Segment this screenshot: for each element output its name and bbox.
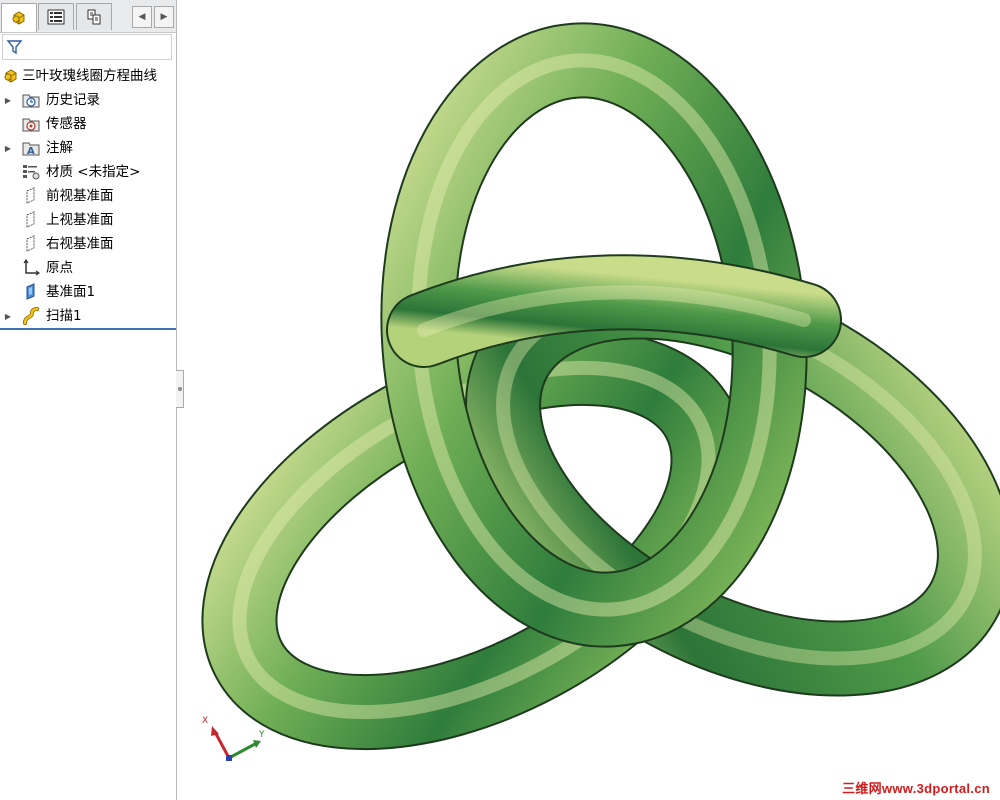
expand-arrow-icon[interactable]: ▶ [4, 88, 12, 112]
filter-icon [6, 40, 23, 55]
panel-splitter-handle[interactable] [176, 370, 184, 408]
tree-item-label: 历史记录 [46, 92, 100, 108]
tree-item-history[interactable]: ▶ 历史记录 [0, 88, 176, 112]
plane-icon [26, 235, 35, 252]
rollback-bar[interactable] [0, 328, 176, 330]
tab-scroll-left-button[interactable]: ◀ [132, 6, 152, 28]
tree-root-label: 三叶玫瑰线圈方程曲线 [22, 68, 157, 84]
watermark: 三维网www.3dportal.cn [842, 781, 990, 796]
tab-scroll-right-button[interactable]: ▶ [154, 6, 174, 28]
tree-item-origin[interactable]: 原点 [0, 256, 176, 280]
expand-arrow-icon[interactable]: ▶ [4, 136, 12, 160]
tree-item-label: 传感器 [46, 116, 87, 132]
propertymanager-icon [47, 9, 65, 25]
material-icon [23, 165, 40, 180]
tree-item-label: 原点 [46, 260, 73, 276]
reference-plane-icon [26, 283, 35, 300]
svg-text:A: A [27, 146, 35, 157]
coordinate-triad: X Y [202, 716, 265, 761]
tree-item-label: 基准面1 [46, 284, 96, 300]
part-icon [4, 69, 17, 83]
sensor-folder-icon [22, 118, 40, 132]
history-folder-icon [22, 94, 40, 108]
tab-propertymanager[interactable] [38, 3, 74, 30]
trefoil-knot-model[interactable] [184, 0, 1000, 800]
configurationmanager-icon [87, 9, 101, 25]
tree-item-sensors[interactable]: 传感器 [0, 112, 176, 136]
left-arrow-icon: ◀ [138, 12, 146, 22]
panel-tab-bar: ◀ ▶ [0, 0, 176, 33]
feature-manager-panel: ◀ ▶ 三叶玫瑰线圈方程曲线 ▶ 历史记录 传感器 ▶ A 注解 材质 <未指定… [0, 0, 177, 800]
sweep-icon [23, 307, 39, 325]
expand-arrow-icon[interactable]: ▶ [4, 304, 12, 328]
plane-icon [26, 187, 35, 204]
tree-item-top-plane[interactable]: 上视基准面 [0, 208, 176, 232]
tree-item-sweep1[interactable]: ▶ 扫描1 [0, 304, 176, 328]
triad-x-label: X [202, 716, 208, 726]
tree-item-label: 材质 <未指定> [46, 164, 141, 180]
tree-item-plane1[interactable]: 基准面1 [0, 280, 176, 304]
origin-icon [23, 259, 40, 276]
tree-item-material[interactable]: 材质 <未指定> [0, 160, 176, 184]
tree-filter[interactable] [2, 34, 172, 60]
tree-item-label: 扫描1 [46, 308, 82, 324]
tree-item-annotations[interactable]: ▶ A 注解 [0, 136, 176, 160]
tree-item-right-plane[interactable]: 右视基准面 [0, 232, 176, 256]
right-arrow-icon: ▶ [160, 12, 168, 22]
annotations-icon: A [22, 142, 40, 157]
tab-configurationmanager[interactable] [76, 3, 112, 30]
tab-featuremanager[interactable] [1, 3, 37, 32]
triad-y-label: Y [258, 730, 265, 740]
featuremanager-icon [12, 11, 25, 25]
plane-icon [26, 211, 35, 228]
tree-root-part[interactable]: 三叶玫瑰线圈方程曲线 [0, 64, 176, 88]
tree-item-label: 注解 [46, 140, 73, 156]
tree-item-label: 前视基准面 [46, 188, 114, 204]
tree-item-label: 上视基准面 [46, 212, 114, 228]
graphics-area[interactable] [184, 0, 1000, 800]
tree-item-front-plane[interactable]: 前视基准面 [0, 184, 176, 208]
tree-item-label: 右视基准面 [46, 236, 114, 252]
